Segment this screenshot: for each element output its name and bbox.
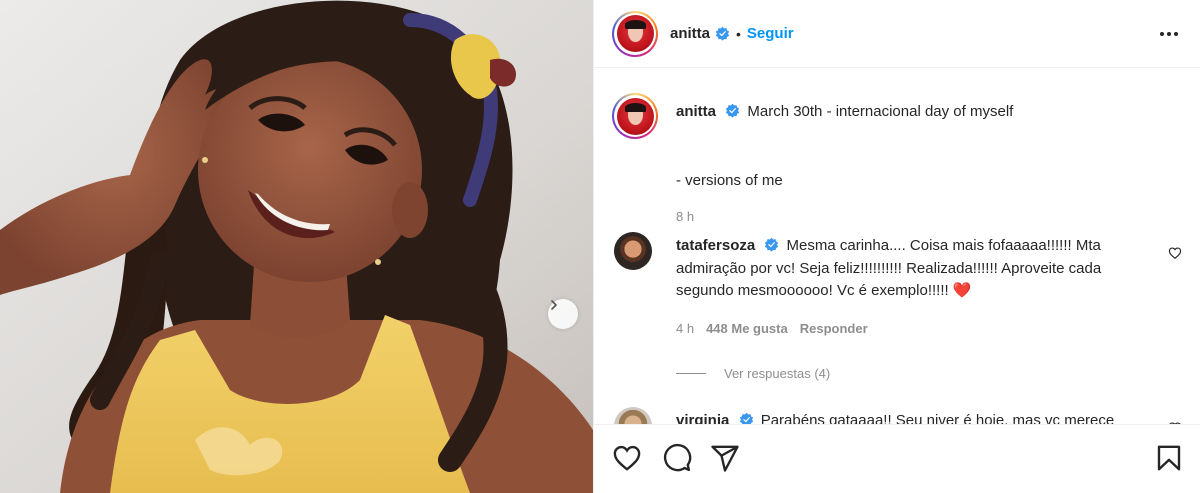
header-separator: • [736, 25, 741, 42]
caption-text: anitta March 30th - internacional day of… [676, 101, 1176, 123]
post-photo-illustration [0, 0, 593, 493]
red-heart-emoji: ❤️ [952, 282, 972, 299]
view-replies-button[interactable]: Ver respuestas (4) [676, 366, 830, 381]
more-options-button[interactable] [1157, 24, 1181, 44]
post-action-bar [594, 424, 1200, 493]
commenter-username[interactable]: virginia [676, 412, 729, 424]
commenter-avatar[interactable] [614, 407, 652, 424]
caption-username[interactable]: anitta [676, 103, 716, 120]
author-avatar[interactable] [612, 10, 658, 57]
comment-icon[interactable] [662, 443, 692, 473]
next-photo-button[interactable] [548, 299, 578, 329]
verified-badge-icon [726, 103, 740, 118]
view-replies-label: Ver respuestas (4) [724, 366, 831, 381]
comment-body: Parabéns gataaaa!! Seu niver é hoje, mas… [760, 412, 1115, 424]
comment-likes-count[interactable]: 448 Me gusta [706, 321, 788, 336]
verified-badge-icon [739, 412, 753, 424]
replies-divider [676, 373, 706, 374]
comment-text: tatafersoza Mesma carinha.... Coisa mais… [676, 235, 1160, 303]
author-username[interactable]: anitta [670, 25, 710, 42]
heart-icon[interactable] [612, 443, 642, 473]
caption-timestamp[interactable]: 8 h [676, 209, 694, 224]
caption-line-2: - versions of me [676, 172, 783, 189]
commenter-avatar[interactable] [614, 232, 652, 270]
share-icon[interactable] [710, 443, 740, 473]
commenter-username[interactable]: tatafersoza [676, 237, 755, 254]
follow-button[interactable]: Seguir [747, 25, 794, 42]
reply-button[interactable]: Responder [800, 321, 868, 336]
comment-text: virginia Parabéns gataaaa!! Seu niver é … [676, 410, 1160, 424]
comment-meta: 4 h 448 Me gusta Responder [676, 321, 868, 336]
comments-scroll-area[interactable]: anitta March 30th - internacional day of… [594, 69, 1200, 424]
caption-author-avatar[interactable] [612, 93, 658, 139]
verified-badge-icon [765, 237, 779, 252]
comment-like-icon[interactable] [1168, 246, 1182, 260]
chevron-right-icon [551, 300, 557, 310]
more-horizontal-icon [1160, 32, 1178, 36]
caption-body: March 30th - internacional day of myself [747, 103, 1014, 120]
verified-badge-icon [715, 26, 730, 41]
post-header: anitta • Seguir [594, 0, 1200, 68]
post-photo[interactable] [0, 0, 593, 493]
author-avatar-image [616, 15, 654, 52]
comment-timestamp[interactable]: 4 h [676, 321, 694, 336]
post-side-panel: anitta • Seguir anitta March 30th - inte… [593, 0, 1200, 493]
bookmark-icon[interactable] [1154, 443, 1184, 473]
